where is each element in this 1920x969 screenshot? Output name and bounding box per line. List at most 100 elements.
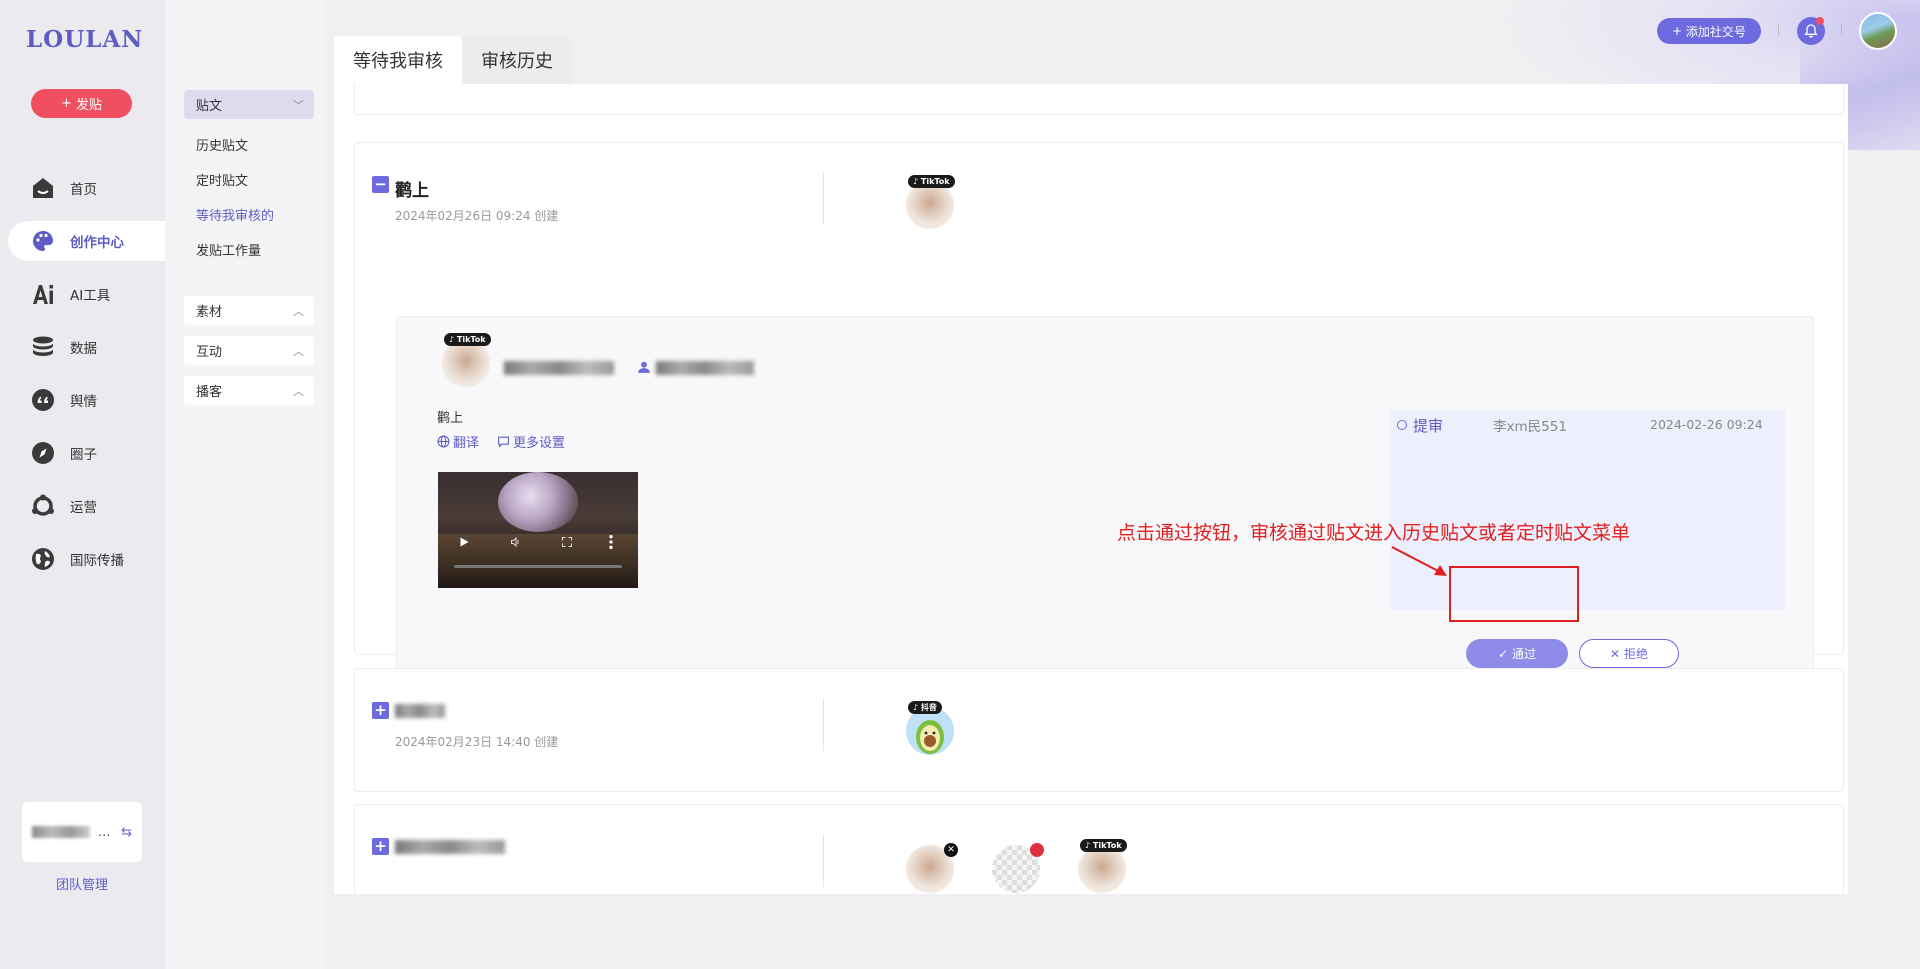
account-name-redacted [504,361,614,375]
platform-badge-label: TikTok [920,177,950,186]
post-detail-panel: ♪ TikTok 鹳上 翻译 更多设置 提审 李xm民551 2024-02-2… [396,316,1814,688]
nav-item-international[interactable]: 国际传播 [8,539,165,579]
plus-icon: + [61,96,72,111]
divider [823,835,824,887]
video-progress-bar[interactable] [454,565,622,568]
user-avatar[interactable] [1859,12,1897,50]
nav-item-data[interactable]: 数据 [8,327,165,367]
video-preview[interactable] [438,472,638,588]
network-icon [30,493,56,519]
add-social-account-button[interactable]: + 添加社交号 [1657,18,1761,44]
submenu-section-podcast[interactable]: 播客 ︿ [184,376,314,405]
post-card-collapsed: + ✕ ♪ TikTok [354,804,1844,894]
submenu-section-interaction[interactable]: 互动 ︿ [184,336,314,365]
nav-item-home[interactable]: 首页 [8,168,165,208]
account-avatar [906,707,954,755]
palette-icon [30,228,56,254]
post-created-date: 2024年02月26日 09:24 创建 [395,209,559,223]
nav-item-operations[interactable]: 运营 [8,486,165,526]
database-icon [30,334,56,360]
tab-review-history[interactable]: 审核历史 [462,36,572,84]
submenu-section-label: 播客 [196,385,223,400]
submenu-item-post-workload[interactable]: 发贴工作量 [196,240,261,259]
audit-time: 2024-02-26 09:24 [1650,417,1763,432]
expand-toggle[interactable]: + [372,702,389,719]
nav-item-public-opinion[interactable]: 舆情 [8,380,165,420]
check-icon: ✓ [1497,646,1509,661]
expand-toggle[interactable]: + [372,838,389,855]
tutorial-annotation: 点击通过按钮，审核通过贴文进入历史贴文或者定时贴文菜单 [1117,522,1631,544]
post-created-date: 2024年02月23日 14:40 创建 [395,735,559,749]
fullscreen-icon[interactable] [561,536,573,548]
close-icon: ✕ [1609,646,1621,661]
review-tabs: 等待我审核 审核历史 [334,36,572,84]
more-settings-link[interactable]: 更多设置 [497,432,565,451]
submenu-section-posts[interactable]: 贴文 ﹀ [184,90,314,119]
translate-label: 翻译 [453,436,480,451]
submenu-section-label: 素材 [196,305,223,320]
compass-icon [30,440,56,466]
team-management-link[interactable]: 团队管理 [22,874,142,893]
more-settings-label: 更多设置 [513,436,566,451]
add-social-account-label: 添加社交号 [1685,24,1746,39]
team-name-redacted [32,826,90,838]
nav-item-ai-tools[interactable]: AI工具 [8,274,165,314]
video-frame-subject [498,472,578,532]
globe-icon [437,435,450,448]
post-card-collapsed: + 2024年02月23日 14:40 创建 ♪ 抖音 [354,668,1844,792]
team-switcher[interactable]: ... ⇆ [22,802,142,862]
translate-link[interactable]: 翻译 [437,432,479,451]
timeline-dot-icon [1397,420,1407,430]
nav-item-label: 国际传播 [70,553,124,569]
nav-item-label: AI工具 [70,288,111,304]
post-title: 鹳上 [395,181,429,201]
reject-button[interactable]: ✕ 拒绝 [1579,639,1679,668]
more-vertical-icon[interactable] [608,534,614,550]
avocado-avatar-icon [916,720,944,754]
notification-bell[interactable] [1797,17,1825,45]
submenu-section-label: 互动 [196,345,223,360]
swap-icon[interactable]: ⇆ [121,825,132,840]
nav-item-label: 舆情 [70,394,97,410]
platform-badge-label: TikTok [456,335,486,344]
post-card-expanded: − 鹳上 2024年02月26日 09:24 创建 ♪ TikTok ♪ Tik… [354,142,1844,688]
tab-pending-review[interactable]: 等待我审核 [334,36,462,84]
quote-icon [30,387,56,413]
play-icon[interactable] [458,536,470,548]
nav-item-label: 数据 [70,341,97,357]
volume-icon[interactable] [510,536,522,548]
comment-icon [498,436,509,448]
douyin-icon: ♪ [913,703,921,712]
approve-button[interactable]: ✓ 通过 [1466,639,1568,668]
submenu-item-pending-review[interactable]: 等待我审核的 [196,205,274,224]
nav-item-label: 创作中心 [70,235,124,251]
submenu-section-materials[interactable]: 素材 ︿ [184,296,314,325]
account-avatar [906,181,954,229]
tiktok-badge: ♪ TikTok [1080,839,1127,852]
ai-icon [30,281,56,307]
team-name-ellipsis: ... [98,824,111,840]
nav-item-circles[interactable]: 圈子 [8,433,165,473]
chevron-up-icon: ︿ [293,384,304,398]
post-card-previous [354,84,1844,115]
audit-user: 李xm民551 [1493,419,1567,435]
new-post-button[interactable]: + 发贴 [31,89,132,118]
audit-action: 提审 [1413,417,1444,435]
divider [823,173,824,225]
plus-icon: + [1672,24,1686,38]
brand-logo: LOULAN [26,26,144,53]
tiktok-icon: ♪ [449,335,457,344]
collapse-toggle[interactable]: − [372,176,389,193]
nav-item-label: 圈子 [70,447,97,463]
submenu-item-scheduled-posts[interactable]: 定时贴文 [196,170,248,189]
new-post-label: 发贴 [75,98,102,113]
header-divider [1841,24,1842,36]
tiktok-badge: ♪ TikTok [444,333,491,346]
account-avatar [1078,845,1126,893]
submenu-item-history-posts[interactable]: 历史贴文 [196,135,248,154]
approve-label: 通过 [1512,647,1537,661]
platform-badge-label: TikTok [1092,841,1122,850]
nav-item-creation-center[interactable]: 创作中心 [8,221,165,261]
user-icon [638,361,650,373]
reject-label: 拒绝 [1624,647,1649,661]
